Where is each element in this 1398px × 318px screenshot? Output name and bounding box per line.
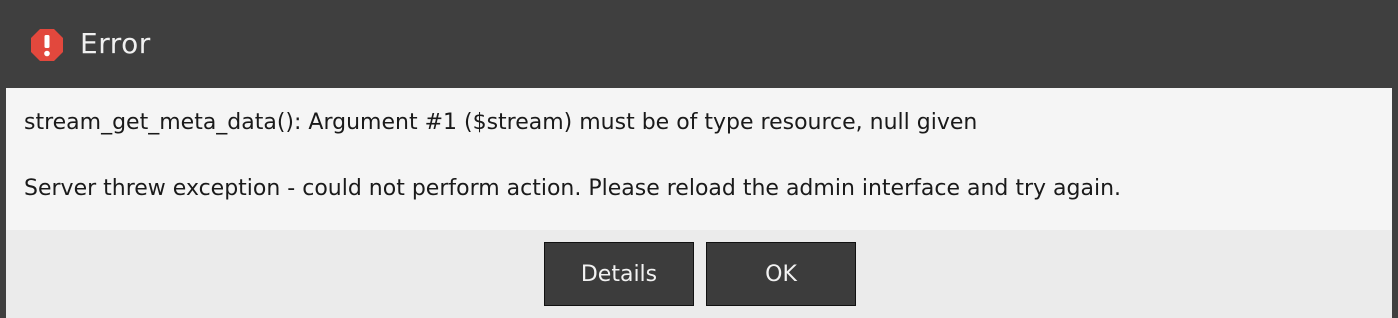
ok-button[interactable]: OK xyxy=(706,242,856,306)
error-exclamation-icon xyxy=(31,29,63,61)
details-button[interactable]: Details xyxy=(544,242,694,306)
dialog-body: stream_get_meta_data(): Argument #1 ($st… xyxy=(6,88,1392,230)
dialog-title: Error xyxy=(80,27,151,60)
error-message: stream_get_meta_data(): Argument #1 ($st… xyxy=(24,110,978,135)
error-dialog: Error stream_get_meta_data(): Argument #… xyxy=(0,0,1398,318)
dialog-footer: Details OK xyxy=(6,230,1392,318)
error-description: Server threw exception - could not perfo… xyxy=(24,176,1122,201)
dialog-titlebar: Error xyxy=(0,0,1398,88)
